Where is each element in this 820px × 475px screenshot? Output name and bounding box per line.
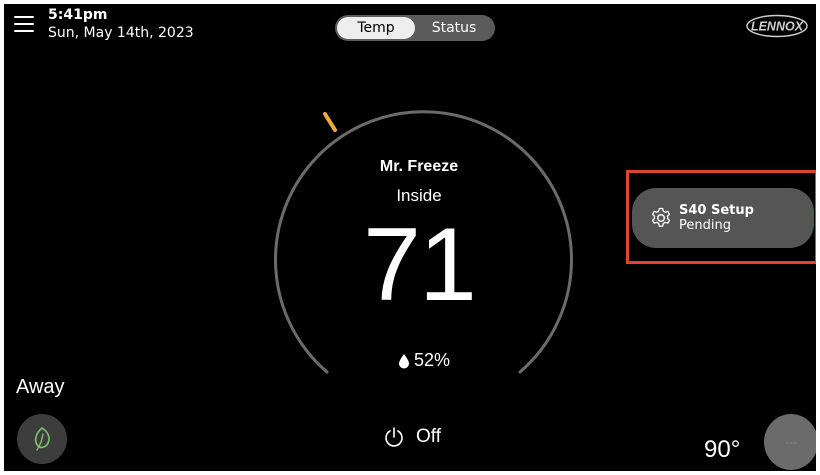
away-label: Away <box>16 376 65 398</box>
gear-icon <box>651 207 671 227</box>
fan-button-label: --- <box>785 435 797 449</box>
setup-status-button[interactable]: S40 Setup Pending <box>632 188 814 248</box>
setup-card-title: S40 Setup <box>679 203 754 218</box>
indoor-temperature: 71 <box>363 207 477 323</box>
fan-button[interactable]: --- <box>764 414 816 470</box>
thermostat-screen: 5:41pm Sun, May 14th, 2023 Temp Status L… <box>4 4 816 471</box>
away-button[interactable] <box>17 414 67 464</box>
outdoor-temperature: 90° <box>704 436 741 463</box>
power-icon <box>385 427 403 447</box>
setup-card-status: Pending <box>679 218 731 233</box>
system-mode-label: Off <box>416 426 441 447</box>
system-mode-button[interactable]: Off <box>384 426 441 448</box>
setpoint-marker <box>323 112 337 132</box>
zone-name: Mr. Freeze <box>379 158 459 175</box>
humidity-value: 52% <box>413 350 451 370</box>
humidity-drop-icon <box>398 353 409 368</box>
humidity-readout: 52% <box>374 350 474 371</box>
leaf-icon <box>34 427 50 451</box>
